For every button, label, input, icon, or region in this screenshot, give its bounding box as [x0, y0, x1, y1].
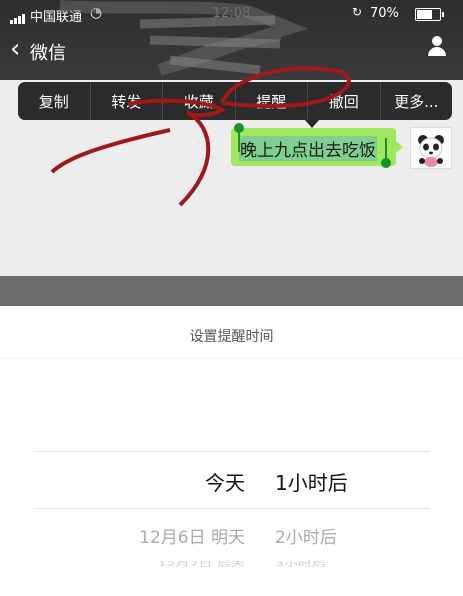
picker-day-option[interactable]: 12月7日 后天 — [5, 559, 245, 568]
picker-time-selected[interactable]: 1小时后 — [275, 467, 435, 496]
picker-time-option[interactable]: 3小时后 — [275, 559, 435, 568]
picker-day-selected[interactable]: 今天 — [5, 467, 245, 496]
picker-time-option[interactable]: 2小时后 — [275, 523, 435, 548]
picker-day-option[interactable]: 12月6日 明天 — [5, 523, 245, 548]
annotation-scribble — [50, 0, 351, 207]
dimmed-overlay — [0, 276, 463, 306]
picker-selection-bottom-line — [35, 508, 430, 509]
picker-selection-top-line — [35, 451, 430, 452]
sheet-title: 设置提醒时间 — [189, 329, 274, 345]
sheet-divider — [0, 358, 463, 359]
